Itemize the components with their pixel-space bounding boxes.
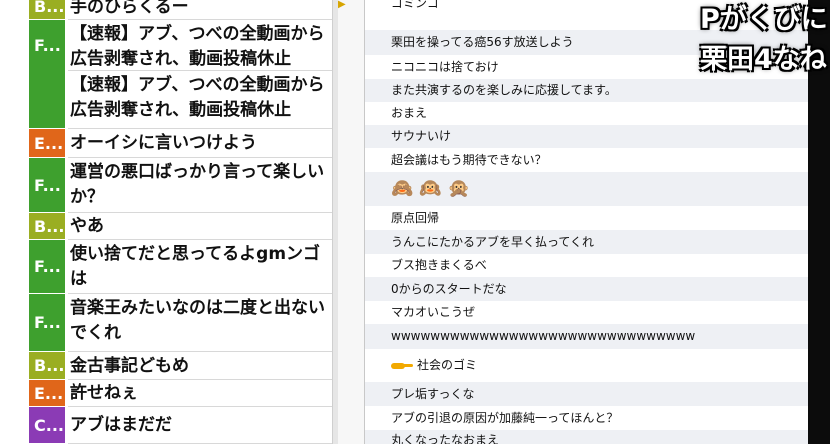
comment-row[interactable]: B... 手のひらくるー <box>0 0 338 20</box>
user-badge: B... <box>29 213 65 239</box>
chat-message-row[interactable]: また共演するのを楽しみに応援してます。 <box>365 79 808 102</box>
chat-message-row[interactable]: プレ垢すっくな <box>365 382 808 406</box>
comment-text: 許せねぇ <box>70 383 138 403</box>
chat-message-text: ニコニコは捨ておけ <box>391 60 499 74</box>
comment-text: 運営の悪口ばっかり言って楽しいか？ <box>70 162 325 207</box>
chat-message-text: wwwwwwwwwwwwwwwwwwwwwwwwwwwwwww <box>391 329 696 343</box>
chat-message-text: ゴミンゴ <box>391 0 440 10</box>
overlay-comment-2: 栗田4なね <box>700 44 827 75</box>
user-badge: F... <box>29 158 65 212</box>
chat-message-row[interactable]: 🙈🙉🙊 <box>365 172 808 206</box>
comment-text: オーイシに言いつけよう <box>70 133 257 153</box>
chat-message-text: マカオいこうぜ <box>391 305 476 319</box>
user-badge: F... <box>29 294 65 351</box>
chat-message-row[interactable]: マカオいこうぜ <box>365 301 808 324</box>
comment-text: 手のひらくるー <box>70 0 189 17</box>
chat-message-row[interactable]: サウナいけ <box>365 125 808 148</box>
chat-message-row[interactable]: 0からのスタートだな <box>365 277 808 301</box>
comment-row[interactable]: B... 金古事記どもめ <box>0 352 338 380</box>
user-badge: B... <box>29 0 65 19</box>
user-badge: F... <box>29 240 65 293</box>
comment-row[interactable]: F... 音楽王みたいなのは二度と出ないでくれ <box>0 294 338 352</box>
comment-text: やあ <box>70 216 104 236</box>
user-badge: B... <box>29 352 65 379</box>
chat-message-text: 丸くなったなおまえ <box>391 433 500 444</box>
comment-text: 【速報】アブ、つべの全動画から広告剥奪され、動画投稿休止 <box>70 75 325 120</box>
comment-text: 金古事記どもめ <box>70 355 189 376</box>
chat-message-text: おまえ <box>391 106 428 120</box>
chat-message-row[interactable]: wwwwwwwwwwwwwwwwwwwwwwwwwwwwwww <box>365 324 808 349</box>
comment-row[interactable]: 【速報】アブ、つべの全動画から広告剥奪され、動画投稿休止 <box>0 51 338 129</box>
chat-message-text: プレ垢すっくな <box>391 387 475 401</box>
comment-row[interactable]: F... 使い捨てだと思ってるよgmンゴは <box>0 240 338 294</box>
pointing-hand-icon <box>391 358 417 372</box>
chat-message-text: 0からのスタートだな <box>391 282 507 296</box>
user-badge: C... <box>29 407 65 443</box>
chat-message-text: アブの引退の原因が加藤純一ってほんと？ <box>391 411 619 425</box>
chat-message-text: また共演するのを楽しみに応援してます。 <box>391 83 617 97</box>
marker-icon: ▶ <box>338 0 346 10</box>
chat-message-text: サウナいけ <box>391 129 452 143</box>
chat-message-row[interactable]: アブの引退の原因が加藤純一ってほんと？ <box>365 406 808 430</box>
comment-row[interactable]: C... アブはまだだ <box>0 407 338 444</box>
chat-message-row[interactable]: うんこにたかるアブを早く払ってくれ <box>365 230 808 254</box>
chat-message-text: 🙈🙉🙊 <box>391 178 477 199</box>
chat-message-row[interactable]: 超会議はもう期待できない？ <box>365 148 808 172</box>
comment-row[interactable]: E... オーイシに言いつけよう <box>0 129 338 158</box>
panel-divider: ▶ <box>338 0 365 444</box>
comment-text: 音楽王みたいなのは二度と出ないでくれ <box>70 298 325 343</box>
comment-list: B... 手のひらくるー F... 【速報】アブ、つべの全動画から広告剥奪され、動画投… <box>0 0 338 444</box>
chat-message-row[interactable]: 丸くなったなおまえ <box>365 430 808 444</box>
comment-text: 使い捨てだと思ってるよgmンゴは <box>70 244 321 289</box>
chat-message-text: 栗田を操ってる癌56す放送しよう <box>391 35 574 49</box>
user-badge <box>29 51 65 128</box>
chat-message-text: 原点回帰 <box>391 211 440 225</box>
chat-message-text: 社会のゴミ <box>391 349 477 382</box>
chat-message-text: ブス抱きまくるべ <box>391 258 487 272</box>
chat-message-row[interactable]: 原点回帰 <box>365 206 808 230</box>
comment-row[interactable]: B... やあ <box>0 213 338 240</box>
user-badge: E... <box>29 380 65 406</box>
user-badge: E... <box>29 129 65 157</box>
comment-text: 【速報】アブ、つべの全動画から広告剥奪され、動画投稿休止 <box>70 24 325 69</box>
chat-message-row[interactable]: ブス抱きまくるべ <box>365 254 808 277</box>
chat-message-text: 超会議はもう期待できない？ <box>391 153 547 167</box>
chat-message-text: うんこにたかるアブを早く払ってくれ <box>391 235 595 249</box>
chat-message-row[interactable]: おまえ <box>365 102 808 125</box>
comment-row[interactable]: F... 運営の悪口ばっかり言って楽しいか？ <box>0 158 338 213</box>
comment-row[interactable]: E... 許せねぇ <box>0 380 338 407</box>
comment-text: アブはまだだ <box>70 415 172 435</box>
overlay-comment-1: Pがくびに <box>700 4 828 35</box>
chat-message-row[interactable]: 社会のゴミ <box>365 349 808 382</box>
